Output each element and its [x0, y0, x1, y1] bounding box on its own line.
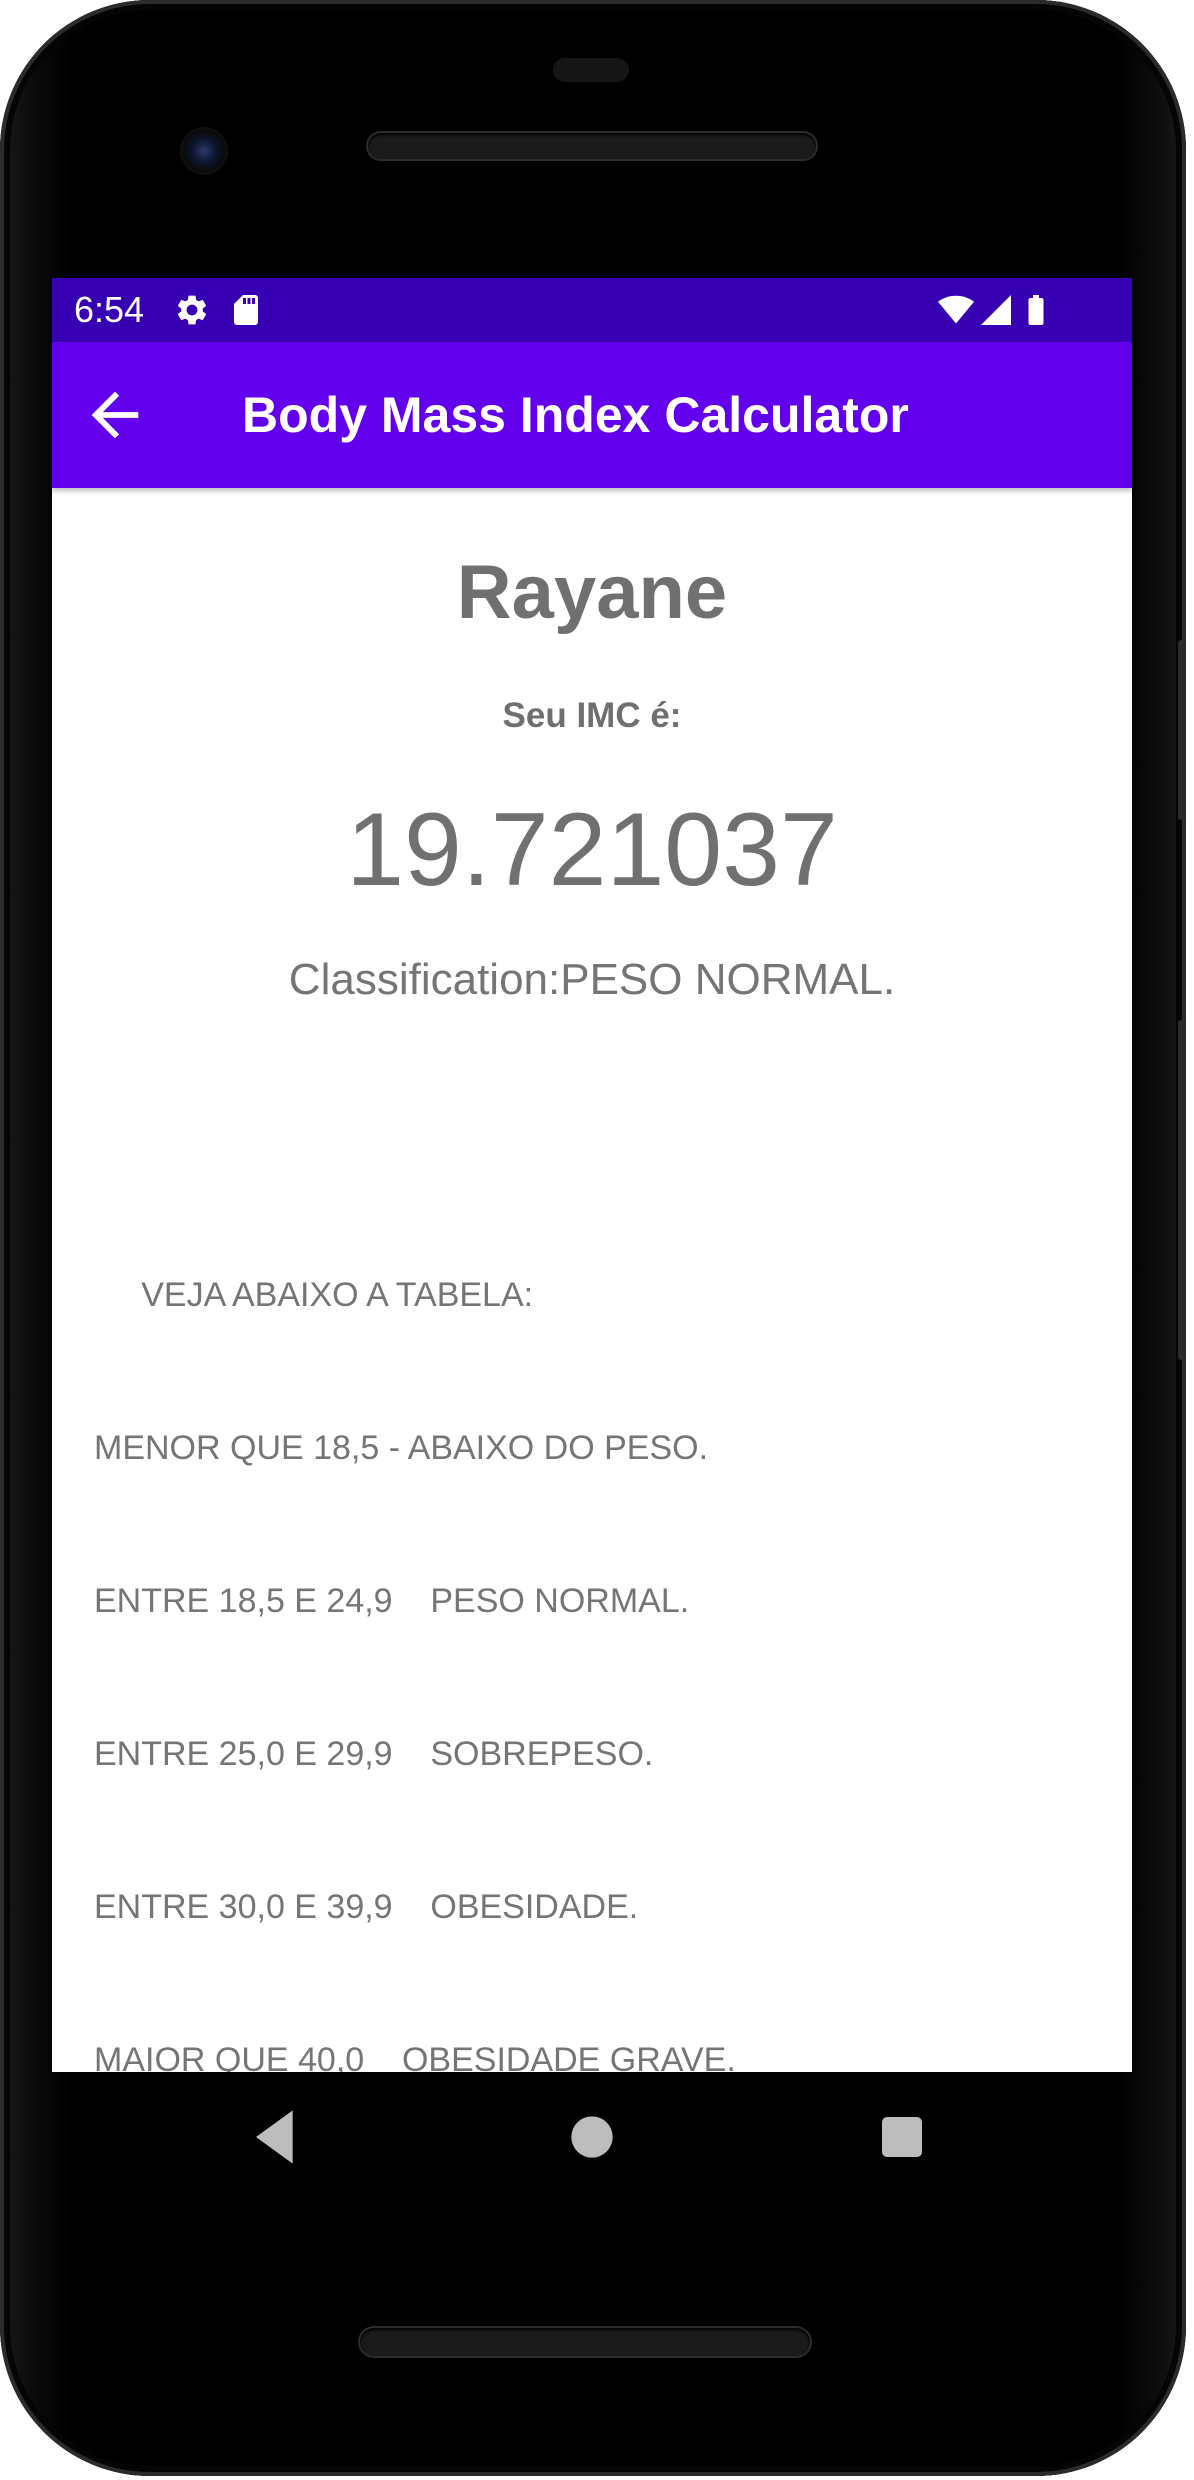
recents-square-icon[interactable] [862, 2097, 942, 2177]
cell-signal-icon [981, 295, 1011, 325]
arrow-back-icon[interactable] [80, 380, 150, 450]
earpiece [553, 58, 629, 82]
bmi-reference-table: VEJA ABAIXO A TABELA: MENOR QUE 18,5 - A… [94, 1168, 736, 2072]
table-line: ENTRE 25,0 E 29,9 SOBREPESO. [94, 1735, 654, 1773]
phone-frame: 6:54 Body Mass Index Calculator Rayane S… [0, 0, 1186, 2476]
status-time: 6:54 [74, 289, 145, 330]
sd-card-icon [234, 295, 258, 325]
table-line: VEJA ABAIXO A TABELA: [94, 1276, 534, 1314]
volume-button [1178, 1020, 1186, 1360]
app-bar: Body Mass Index Calculator [52, 342, 1132, 488]
imc-label: Seu IMC é: [502, 696, 682, 735]
wifi-icon [938, 295, 974, 324]
navigation-bar [52, 2072, 1132, 2202]
home-circle-icon[interactable] [552, 2097, 632, 2177]
top-speaker-grille [368, 133, 816, 159]
bottom-speaker-grille [360, 2328, 810, 2356]
settings-gear-icon [177, 295, 207, 325]
battery-icon [1028, 295, 1044, 325]
power-button [1178, 640, 1186, 820]
front-camera-icon [180, 127, 228, 175]
imc-value: 19.721037 [346, 792, 838, 908]
screen: 6:54 Body Mass Index Calculator Rayane S… [52, 278, 1132, 2072]
status-bar: 6:54 [52, 278, 1132, 342]
table-line: MAIOR QUE 40,0 OBESIDADE GRAVE. [94, 2041, 736, 2072]
user-name: Rayane [456, 550, 728, 635]
app-title: Body Mass Index Calculator [242, 387, 909, 443]
table-line: MENOR QUE 18,5 - ABAIXO DO PESO. [94, 1429, 709, 1467]
table-line: ENTRE 30,0 E 39,9 OBESIDADE. [94, 1888, 639, 1926]
back-triangle-icon[interactable] [236, 2097, 316, 2177]
classification-text: Classification:PESO NORMAL. [288, 955, 896, 1004]
table-line: ENTRE 18,5 E 24,9 PESO NORMAL. [94, 1582, 690, 1620]
